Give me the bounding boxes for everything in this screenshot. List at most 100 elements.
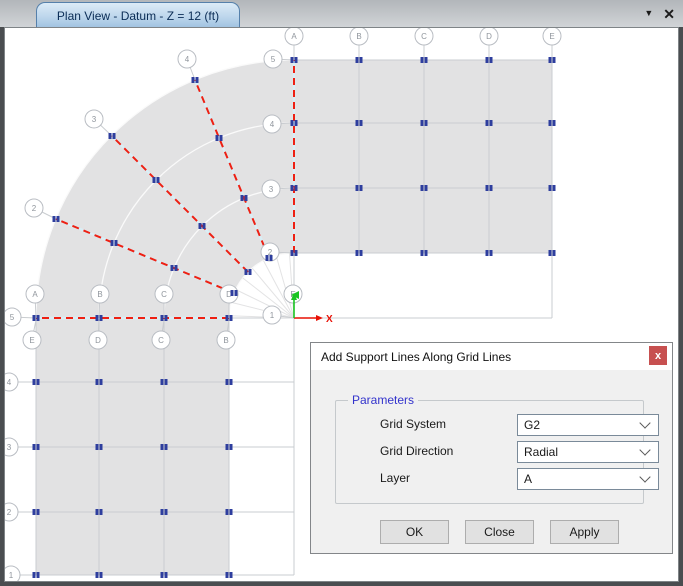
support-marker[interactable] [230,444,233,450]
support-marker[interactable] [216,135,219,141]
support-marker[interactable] [249,269,252,275]
support-marker[interactable] [553,185,556,191]
support-marker[interactable] [57,216,60,222]
support-marker[interactable] [553,57,556,63]
support-marker[interactable] [96,379,99,385]
support-marker[interactable] [109,133,112,139]
support-marker[interactable] [425,57,428,63]
slab-region[interactable] [294,60,552,253]
layer-combobox[interactable]: A [517,468,659,490]
support-marker[interactable] [175,265,178,271]
support-marker[interactable] [96,572,99,578]
support-marker[interactable] [553,120,556,126]
support-marker[interactable] [356,185,359,191]
support-marker[interactable] [115,240,118,246]
support-marker[interactable] [549,185,552,191]
support-marker[interactable] [295,57,298,63]
support-marker[interactable] [33,509,36,515]
support-marker[interactable] [549,120,552,126]
support-marker[interactable] [100,509,103,515]
close-button[interactable]: Close [465,520,534,544]
support-marker[interactable] [192,77,195,83]
support-marker[interactable] [33,379,36,385]
support-marker[interactable] [231,290,234,296]
support-marker[interactable] [226,444,229,450]
dialog-close-button[interactable]: x [649,346,667,365]
dialog-titlebar[interactable]: Add Support Lines Along Grid Lines [311,343,672,370]
support-marker[interactable] [226,509,229,515]
support-marker[interactable] [220,135,223,141]
support-marker[interactable] [33,572,36,578]
support-marker[interactable] [226,379,229,385]
support-marker[interactable] [490,185,493,191]
support-marker[interactable] [196,77,199,83]
support-marker[interactable] [266,255,269,261]
support-marker[interactable] [486,57,489,63]
support-marker[interactable] [165,572,168,578]
support-marker[interactable] [295,120,298,126]
support-marker[interactable] [153,177,156,183]
support-marker[interactable] [241,195,244,201]
view-tab[interactable]: Plan View - Datum - Z = 12 (ft) [36,2,240,28]
support-marker[interactable] [245,269,248,275]
support-marker[interactable] [425,120,428,126]
support-marker[interactable] [291,250,294,256]
support-marker[interactable] [96,509,99,515]
support-marker[interactable] [113,133,116,139]
support-marker[interactable] [53,216,56,222]
support-marker[interactable] [226,572,229,578]
support-marker[interactable] [161,444,164,450]
support-marker[interactable] [270,255,273,261]
support-marker[interactable] [157,177,160,183]
grid-system-combobox[interactable]: G2 [517,414,659,436]
support-marker[interactable] [490,250,493,256]
support-marker[interactable] [291,185,294,191]
support-marker[interactable] [199,223,202,229]
support-marker[interactable] [96,315,99,321]
support-marker[interactable] [421,250,424,256]
support-marker[interactable] [161,379,164,385]
window-menu-dropdown-icon[interactable]: ▼ [644,9,653,18]
support-marker[interactable] [295,185,298,191]
support-marker[interactable] [230,315,233,321]
support-marker[interactable] [356,57,359,63]
support-marker[interactable] [360,250,363,256]
support-marker[interactable] [100,379,103,385]
support-marker[interactable] [165,444,168,450]
support-marker[interactable] [360,120,363,126]
support-marker[interactable] [291,120,294,126]
support-marker[interactable] [37,444,40,450]
support-marker[interactable] [490,120,493,126]
support-marker[interactable] [171,265,174,271]
support-marker[interactable] [360,57,363,63]
support-marker[interactable] [161,572,164,578]
support-marker[interactable] [421,57,424,63]
apply-button[interactable]: Apply [550,520,619,544]
support-marker[interactable] [549,57,552,63]
support-marker[interactable] [486,185,489,191]
ok-button[interactable]: OK [380,520,449,544]
support-marker[interactable] [356,120,359,126]
window-close-icon[interactable]: ✕ [663,7,675,21]
support-marker[interactable] [230,572,233,578]
support-marker[interactable] [549,250,552,256]
support-marker[interactable] [33,444,36,450]
support-marker[interactable] [100,444,103,450]
support-marker[interactable] [553,250,556,256]
support-marker[interactable] [100,315,103,321]
support-marker[interactable] [230,509,233,515]
support-marker[interactable] [425,250,428,256]
plan-view-canvas[interactable]: ABCDE5432143254321ABCDEEDCBX Add Support… [4,27,679,582]
support-marker[interactable] [165,379,168,385]
support-marker[interactable] [421,185,424,191]
support-marker[interactable] [161,509,164,515]
support-marker[interactable] [360,185,363,191]
support-marker[interactable] [37,315,40,321]
support-marker[interactable] [235,290,238,296]
support-marker[interactable] [165,315,168,321]
support-marker[interactable] [486,250,489,256]
support-marker[interactable] [203,223,206,229]
support-marker[interactable] [100,572,103,578]
support-marker[interactable] [425,185,428,191]
support-marker[interactable] [490,57,493,63]
